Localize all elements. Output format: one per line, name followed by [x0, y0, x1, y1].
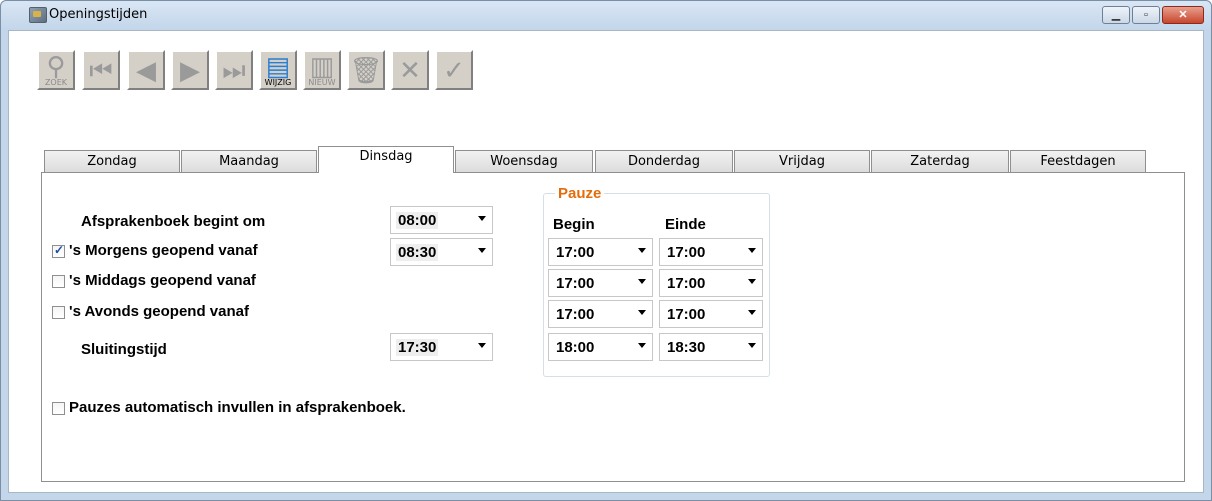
afsprakenboek-value: 08:00	[396, 212, 439, 229]
pauze-einde-combo[interactable]: 18:30	[659, 333, 763, 361]
afsprakenboek-combo[interactable]: 08:00	[390, 206, 493, 234]
wijzig-caption: WIJZIG	[264, 77, 292, 87]
last-record-button[interactable]: ⏭	[215, 50, 253, 90]
confirm-button[interactable]: ✓	[435, 50, 473, 90]
tab-woensdag[interactable]: Woensdag	[455, 150, 593, 172]
chevron-down-icon	[478, 248, 486, 253]
tab-feestdagen[interactable]: Feestdagen	[1010, 150, 1146, 172]
nieuw-button[interactable]: ▥ NIEUW	[303, 50, 341, 90]
next-record-button[interactable]: ▶	[171, 50, 209, 90]
first-record-button[interactable]: ⏮	[82, 50, 120, 90]
first-icon: ⏮	[89, 55, 113, 85]
zoek-caption: ZOEK	[44, 77, 68, 87]
tab-vrijdag[interactable]: Vrijdag	[734, 150, 870, 172]
pauzes-checkbox[interactable]	[52, 402, 65, 415]
app-icon	[29, 7, 47, 23]
window-title: Openingstijden	[49, 7, 148, 22]
pauze-begin-combo[interactable]: 17:00	[548, 300, 653, 328]
pauze-einde-combo[interactable]: 17:00	[659, 300, 763, 328]
pauze-begin-combo[interactable]: 18:00	[548, 333, 653, 361]
morgens-label: 's Morgens geopend vanaf	[69, 242, 258, 259]
pauze-einde-value: 17:00	[667, 275, 706, 292]
new-icon: ▥	[309, 50, 335, 81]
maximize-button[interactable]: ▫	[1132, 6, 1160, 24]
chevron-down-icon	[748, 248, 756, 253]
sluitingstijd-value: 17:30	[396, 339, 439, 356]
tab-maandag[interactable]: Maandag	[181, 150, 317, 172]
nieuw-caption: NIEUW	[308, 77, 336, 87]
sluitingstijd-combo[interactable]: 17:30	[390, 333, 493, 361]
close-button[interactable]: ✕	[1162, 6, 1204, 24]
chevron-down-icon	[638, 310, 646, 315]
morgens-checkbox[interactable]	[52, 243, 65, 258]
tab-zondag[interactable]: Zondag	[44, 150, 180, 172]
chevron-down-icon	[638, 279, 646, 284]
chevron-down-icon	[748, 343, 756, 348]
wijzig-button[interactable]: ▤ WIJZIG	[259, 50, 297, 90]
pauze-title: Pauze	[555, 185, 605, 202]
morgens-combo[interactable]: 08:30	[390, 238, 493, 266]
sluitingstijd-label: Sluitingstijd	[81, 341, 167, 358]
tab-zaterdag[interactable]: Zaterdag	[871, 150, 1009, 172]
tab-dinsdag[interactable]: Dinsdag	[318, 146, 454, 173]
zoek-button[interactable]: ⚲ ZOEK	[37, 50, 75, 90]
pauze-einde-value: 17:00	[667, 306, 706, 323]
chevron-down-icon	[638, 248, 646, 253]
delete-button[interactable]: 🗑	[347, 50, 385, 90]
pauze-einde-combo[interactable]: 17:00	[659, 269, 763, 297]
avonds-checkbox[interactable]	[52, 306, 65, 319]
chevron-down-icon	[478, 216, 486, 221]
cancel-button[interactable]: ✕	[391, 50, 429, 90]
tab-donderdag[interactable]: Donderdag	[595, 150, 733, 172]
next-icon: ▶	[180, 55, 200, 85]
last-icon: ⏭	[222, 55, 246, 85]
pauze-begin-value: 18:00	[556, 339, 595, 356]
chevron-down-icon	[478, 343, 486, 348]
previous-record-button[interactable]: ◀	[127, 50, 165, 90]
pauze-begin-value: 17:00	[556, 244, 595, 261]
chevron-down-icon	[748, 310, 756, 315]
begin-header: Begin	[553, 216, 595, 233]
pauze-einde-combo[interactable]: 17:00	[659, 238, 763, 266]
einde-header: Einde	[665, 216, 706, 233]
edit-icon: ▤	[265, 50, 291, 81]
pauze-einde-value: 18:30	[667, 339, 706, 356]
pauzes-label: Pauzes automatisch invullen in afspraken…	[69, 399, 406, 416]
chevron-down-icon	[638, 343, 646, 348]
minimize-button[interactable]: ▁	[1102, 6, 1130, 24]
middags-checkbox[interactable]	[52, 275, 65, 288]
checkmark-icon: ✓	[443, 55, 465, 85]
title-bar[interactable]: Openingstijden ▁ ▫ ✕	[1, 1, 1211, 31]
pauze-begin-combo[interactable]: 17:00	[548, 269, 653, 297]
pauze-begin-combo[interactable]: 17:00	[548, 238, 653, 266]
morgens-value: 08:30	[396, 244, 439, 261]
pauze-begin-value: 17:00	[556, 275, 595, 292]
avonds-label: 's Avonds geopend vanaf	[69, 303, 249, 320]
pauze-einde-value: 17:00	[667, 244, 706, 261]
trash-icon: 🗑	[349, 55, 383, 85]
pauze-begin-value: 17:00	[556, 306, 595, 323]
magnifier-icon: ⚲	[46, 50, 66, 81]
previous-icon: ◀	[136, 55, 156, 85]
afsprakenboek-label: Afsprakenboek begint om	[81, 213, 266, 230]
chevron-down-icon	[748, 279, 756, 284]
cancel-icon: ✕	[399, 55, 421, 85]
middags-label: 's Middags geopend vanaf	[69, 272, 256, 289]
